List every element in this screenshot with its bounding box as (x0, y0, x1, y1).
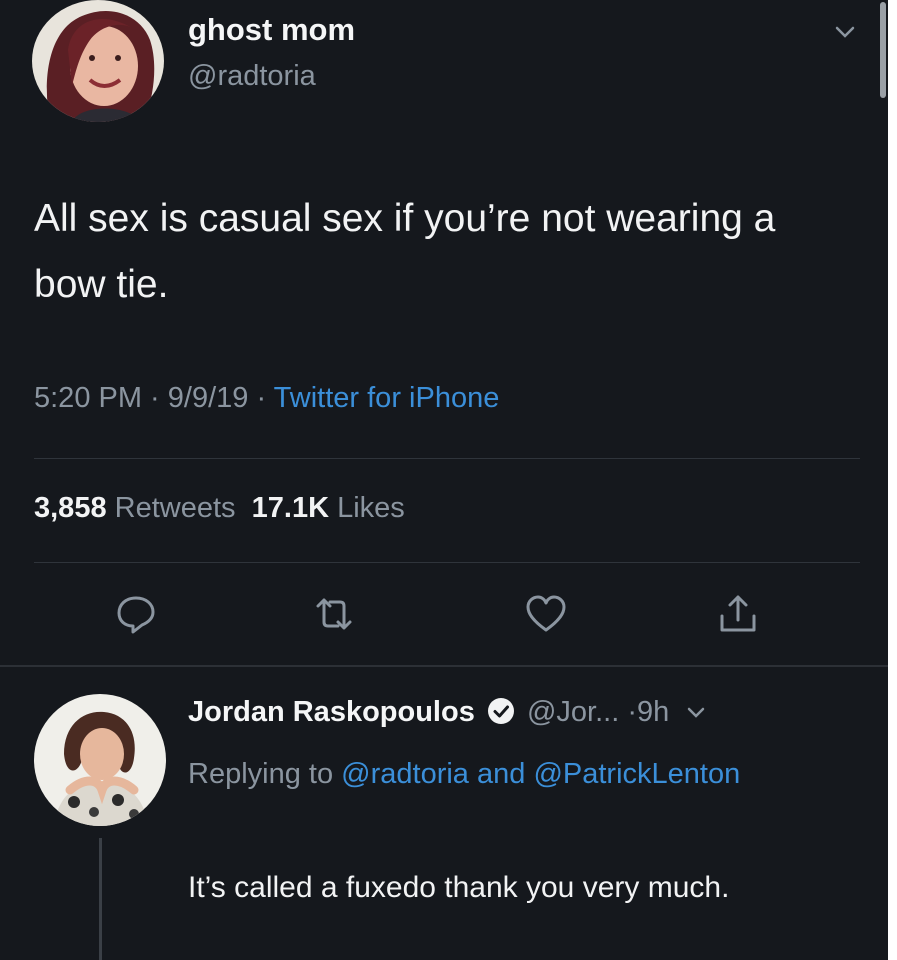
heart-icon[interactable] (524, 592, 568, 636)
likes-label: Likes (337, 492, 405, 524)
user-handle[interactable]: @radtoria (188, 60, 316, 93)
chevron-down-icon[interactable] (687, 707, 705, 719)
divider (34, 562, 860, 563)
reply-header: Jordan Raskopoulos @Jor... ·9h (188, 696, 705, 729)
reply-icon[interactable] (114, 592, 158, 636)
likes-stat[interactable]: 17.1K Likes (252, 492, 405, 524)
replying-to: Replying to @radtoria and @PatrickLenton (188, 748, 848, 800)
retweets-label: Retweets (114, 492, 236, 524)
tweet-time: 5:20 PM (34, 382, 142, 414)
chevron-down-icon[interactable] (834, 24, 856, 40)
retweet-icon[interactable] (312, 592, 356, 636)
retweets-stat[interactable]: 3,858 Retweets (34, 492, 236, 524)
section-divider (0, 665, 888, 667)
avatar[interactable] (32, 0, 164, 122)
tweet-date: 9/9/19 (167, 382, 249, 414)
mention-conjunction: and (477, 758, 526, 790)
retweets-count: 3,858 (34, 492, 107, 524)
replying-prefix: Replying to (188, 758, 334, 790)
tweet-source-link[interactable]: Twitter for iPhone (274, 382, 500, 414)
reply-avatar[interactable] (34, 694, 166, 826)
tweet-meta: 5:20 PM · 9/9/19 · Twitter for iPhone (34, 382, 499, 415)
divider (34, 458, 860, 459)
reply-handle[interactable]: @Jor... (527, 696, 619, 728)
share-icon[interactable] (716, 592, 760, 636)
tweet-screen: ghost mom @radtoria All sex is casual se… (0, 0, 888, 960)
verified-badge-icon (487, 698, 514, 724)
page-edge (888, 0, 897, 960)
reply-age: ·9h (627, 696, 670, 728)
scrollbar[interactable] (880, 2, 886, 98)
tweet-text: All sex is casual sex if you’re not wear… (34, 197, 776, 306)
tweet-stats: 3,858 Retweets 17.1K Likes (34, 492, 405, 525)
display-name[interactable]: ghost mom (188, 12, 355, 48)
reply-text: It’s called a fuxedo thank you very much… (188, 871, 730, 904)
thread-line (99, 838, 102, 960)
reply-display-name[interactable]: Jordan Raskopoulos (188, 696, 475, 728)
meta-separator: · (248, 382, 274, 414)
mention-link[interactable]: @radtoria (341, 758, 469, 790)
mention-link[interactable]: @PatrickLenton (533, 758, 740, 790)
likes-count: 17.1K (251, 492, 330, 524)
meta-separator: · (142, 382, 168, 414)
